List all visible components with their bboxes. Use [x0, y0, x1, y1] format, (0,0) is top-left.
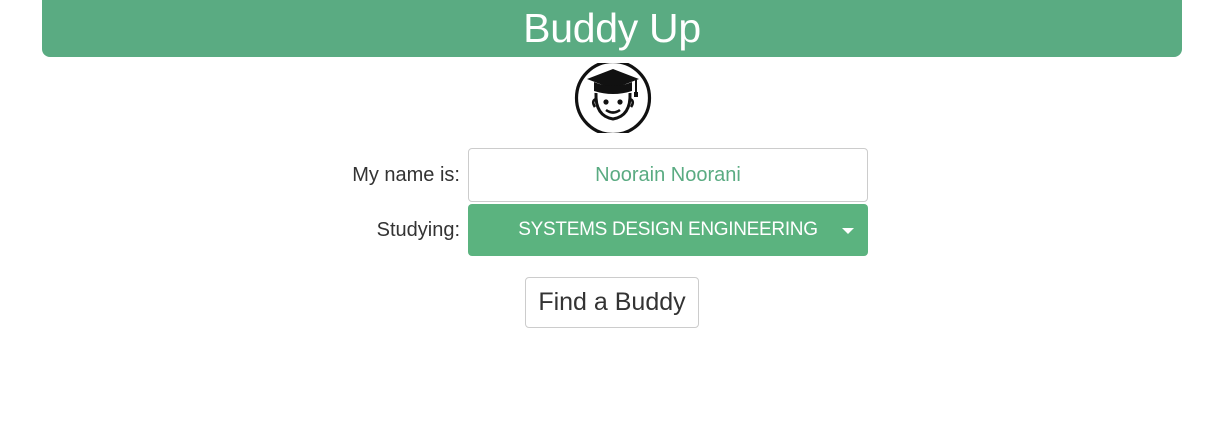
- app-header: Buddy Up: [42, 0, 1182, 57]
- find-buddy-button[interactable]: Find a Buddy: [525, 277, 699, 328]
- name-row: My name is:: [0, 148, 1226, 202]
- caret-down-icon: [842, 228, 854, 234]
- program-select[interactable]: SYSTEMS DESIGN ENGINEERING: [468, 204, 868, 256]
- app-title: Buddy Up: [523, 4, 701, 51]
- study-label: Studying:: [376, 218, 460, 241]
- study-row: Studying: SYSTEMS DESIGN ENGINEERING: [0, 204, 1226, 256]
- name-field[interactable]: [468, 148, 868, 202]
- name-label: My name is:: [352, 163, 460, 186]
- page: Buddy Up My name is: St: [0, 0, 1226, 437]
- program-select-value: SYSTEMS DESIGN ENGINEERING: [518, 219, 818, 240]
- graduate-face-icon: [574, 59, 652, 137]
